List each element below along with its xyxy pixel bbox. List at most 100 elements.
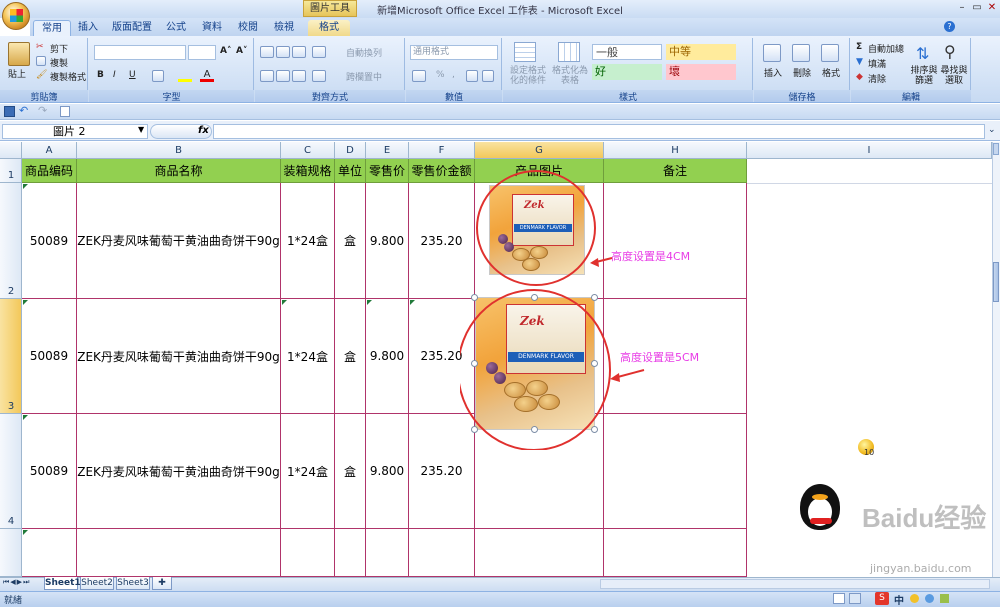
increase-decimal-icon[interactable] (466, 70, 478, 82)
sort-filter-button[interactable]: 排序與篩選 (910, 66, 938, 86)
cell-b4[interactable]: ZEK丹麦风味葡萄干黄油曲奇饼干90g (77, 414, 281, 529)
tab-page-layout[interactable]: 版面配置 (108, 20, 156, 36)
name-box-dropdown-icon[interactable]: ▼ (138, 125, 144, 134)
save-icon[interactable] (4, 106, 15, 117)
find-select-button[interactable]: 尋找與選取 (940, 66, 968, 86)
expand-formula-icon[interactable]: ⌄ (988, 125, 996, 135)
tab-formulas[interactable]: 公式 (160, 20, 192, 36)
header-price[interactable]: 零售价 (366, 159, 409, 183)
header-spec[interactable]: 装箱规格 (281, 159, 335, 183)
insert-sheet-icon[interactable]: ✚ (152, 577, 172, 590)
sheet-tab-3[interactable]: Sheet3 (116, 577, 150, 590)
scroll-up-button[interactable] (993, 143, 999, 155)
fill-button[interactable]: 填滿 (868, 57, 886, 70)
cell-a5[interactable] (22, 529, 77, 577)
fill-color-icon[interactable] (178, 70, 192, 82)
number-format-combo[interactable]: 通用格式 (410, 45, 498, 60)
clear-button[interactable]: 清除 (868, 72, 886, 85)
align-middle-icon[interactable] (276, 46, 290, 58)
italic-button[interactable]: I (113, 70, 116, 80)
tab-insert[interactable]: 插入 (72, 20, 104, 36)
cell-c2[interactable]: 1*24盒 (281, 183, 335, 299)
cell-a3[interactable]: 50089 (22, 299, 77, 414)
cell-d5[interactable] (335, 529, 366, 577)
align-left-icon[interactable] (260, 70, 274, 82)
style-bad[interactable]: 壞 (666, 64, 736, 80)
cell-b3[interactable]: ZEK丹麦风味葡萄干黄油曲奇饼干90g (77, 299, 281, 414)
row-header-5[interactable] (0, 529, 22, 577)
cell-d2[interactable]: 盒 (335, 183, 366, 299)
scroll-thumb[interactable] (993, 262, 999, 302)
cell-c4[interactable]: 1*24盒 (281, 414, 335, 529)
cut-button[interactable]: 剪下 (50, 42, 68, 55)
currency-icon[interactable] (412, 70, 426, 82)
formula-input[interactable] (213, 124, 985, 139)
align-bottom-icon[interactable] (292, 46, 306, 58)
ime-keyboard-icon[interactable] (940, 594, 949, 603)
worksheet-grid[interactable]: A B C D E F G H I 1 2 3 4 商品编码 商品名称 装箱规格… (0, 142, 1000, 577)
align-top-icon[interactable] (260, 46, 274, 58)
cell-f5[interactable] (409, 529, 475, 577)
horizontal-scrollbar[interactable] (600, 579, 990, 589)
cell-b5[interactable] (77, 529, 281, 577)
print-preview-icon[interactable] (60, 106, 70, 117)
row-header-1[interactable]: 1 (0, 159, 22, 183)
cell-e3[interactable]: 9.800 (366, 299, 409, 414)
header-unit[interactable]: 单位 (335, 159, 366, 183)
cell-d3[interactable]: 盒 (335, 299, 366, 414)
paste-icon[interactable] (8, 42, 30, 66)
header-name[interactable]: 商品名称 (77, 159, 281, 183)
tab-format[interactable]: 格式 (308, 20, 350, 36)
align-center-icon[interactable] (276, 70, 290, 82)
underline-button[interactable]: U (129, 70, 136, 80)
cell-e2[interactable]: 9.800 (366, 183, 409, 299)
bold-button[interactable]: B (97, 70, 104, 80)
select-all-corner[interactable] (0, 142, 22, 159)
column-header-c[interactable]: C (281, 142, 335, 159)
style-good[interactable]: 好 (592, 64, 662, 80)
column-header-a[interactable]: A (22, 142, 77, 159)
sheet-tab-2[interactable]: Sheet2 (80, 577, 114, 590)
cell-e4[interactable]: 9.800 (366, 414, 409, 529)
normal-view-icon[interactable] (833, 593, 845, 604)
font-family-combo[interactable] (94, 45, 186, 60)
cell-d4[interactable]: 盒 (335, 414, 366, 529)
cell-a4[interactable]: 50089 (22, 414, 77, 529)
minimize-button[interactable]: – (955, 2, 969, 14)
conditional-format-button[interactable]: 設定格式化的條件 (506, 66, 550, 86)
insert-cells-button[interactable]: 插入 (764, 66, 782, 79)
font-color-icon[interactable]: A (200, 70, 214, 82)
copy-button[interactable]: 複製 (50, 56, 68, 69)
format-cells-button[interactable]: 格式 (822, 66, 840, 79)
ime-moon-icon[interactable] (910, 594, 919, 603)
column-header-d[interactable]: D (335, 142, 366, 159)
shrink-font-button[interactable]: A˅ (236, 46, 247, 56)
ime-mode[interactable]: 中 (894, 592, 904, 607)
tab-review[interactable]: 校閱 (232, 20, 264, 36)
style-normal[interactable]: 一般 (592, 44, 662, 60)
paste-button[interactable]: 貼上 (8, 67, 26, 80)
align-right-icon[interactable] (292, 70, 306, 82)
comma-button[interactable]: , (452, 70, 455, 80)
cell-e5[interactable] (366, 529, 409, 577)
sheet-nav-icon[interactable]: ⏮◀▶⏭ (3, 578, 30, 587)
help-icon[interactable]: ? (944, 21, 955, 32)
percent-button[interactable]: % (436, 70, 445, 80)
indent-icon[interactable] (312, 70, 326, 82)
orientation-icon[interactable] (312, 46, 326, 58)
close-button[interactable]: ✕ (985, 2, 999, 14)
vertical-scrollbar[interactable] (992, 142, 1000, 577)
row-header-3[interactable]: 3 (0, 299, 22, 414)
cell-g5[interactable] (475, 529, 604, 577)
grow-font-button[interactable]: A˄ (220, 46, 231, 56)
cell-a2[interactable]: 50089 (22, 183, 77, 299)
row-header-2[interactable]: 2 (0, 183, 22, 299)
cell-h5[interactable] (604, 529, 747, 577)
borders-icon[interactable] (152, 70, 164, 82)
insert-function-button[interactable]: fx (198, 125, 209, 136)
style-neutral[interactable]: 中等 (666, 44, 736, 60)
column-header-e[interactable]: E (366, 142, 409, 159)
font-size-combo[interactable] (188, 45, 216, 60)
row-header-4[interactable]: 4 (0, 414, 22, 529)
merge-center-button[interactable]: 跨欄置中 (346, 70, 382, 83)
